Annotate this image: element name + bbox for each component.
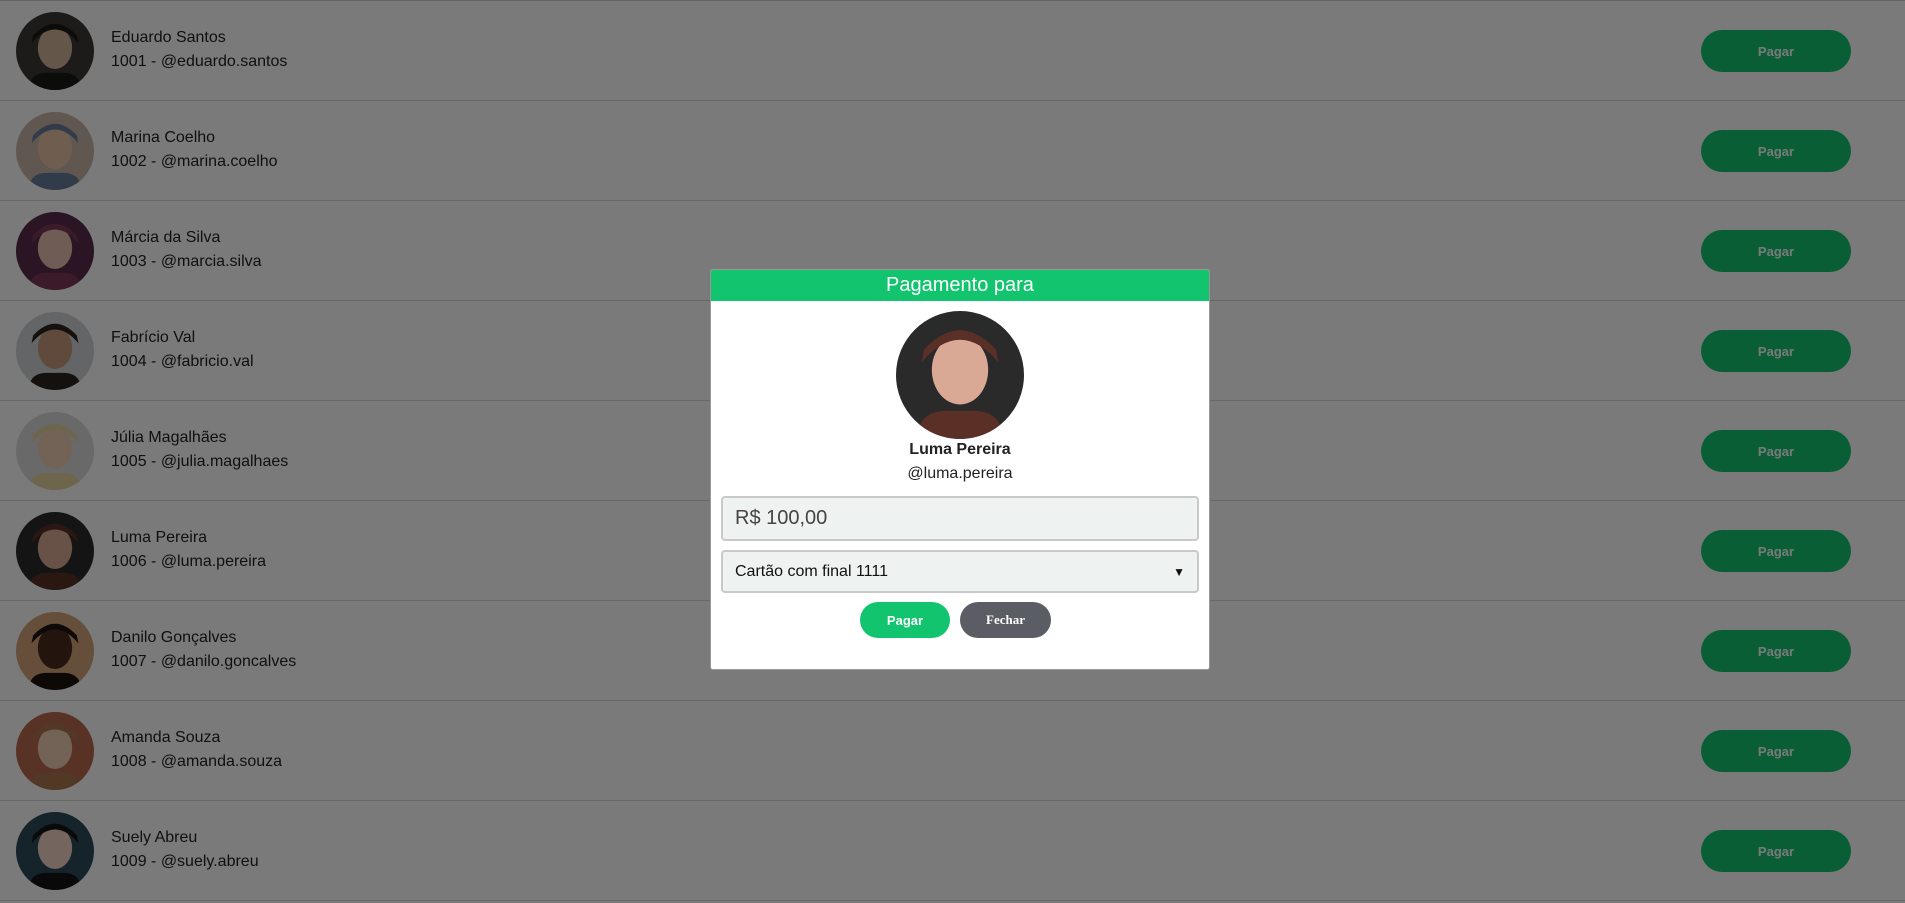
close-button[interactable]: Fechar	[960, 602, 1051, 638]
modal-title: Pagamento para	[711, 270, 1209, 301]
card-select-value: Cartão com final 1111	[735, 562, 888, 580]
modal-user-name: Luma Pereira	[909, 441, 1011, 458]
chevron-down-icon: ▼	[1173, 564, 1185, 579]
card-select[interactable]: Cartão com final 1111 ▼	[721, 550, 1199, 593]
payment-modal: Pagamento para Luma Pereira @luma.pereir…	[710, 269, 1210, 670]
modal-avatar	[896, 311, 1024, 439]
amount-input[interactable]	[721, 496, 1199, 541]
modal-pay-button[interactable]: Pagar	[860, 602, 950, 638]
modal-user-handle: @luma.pereira	[907, 465, 1013, 482]
